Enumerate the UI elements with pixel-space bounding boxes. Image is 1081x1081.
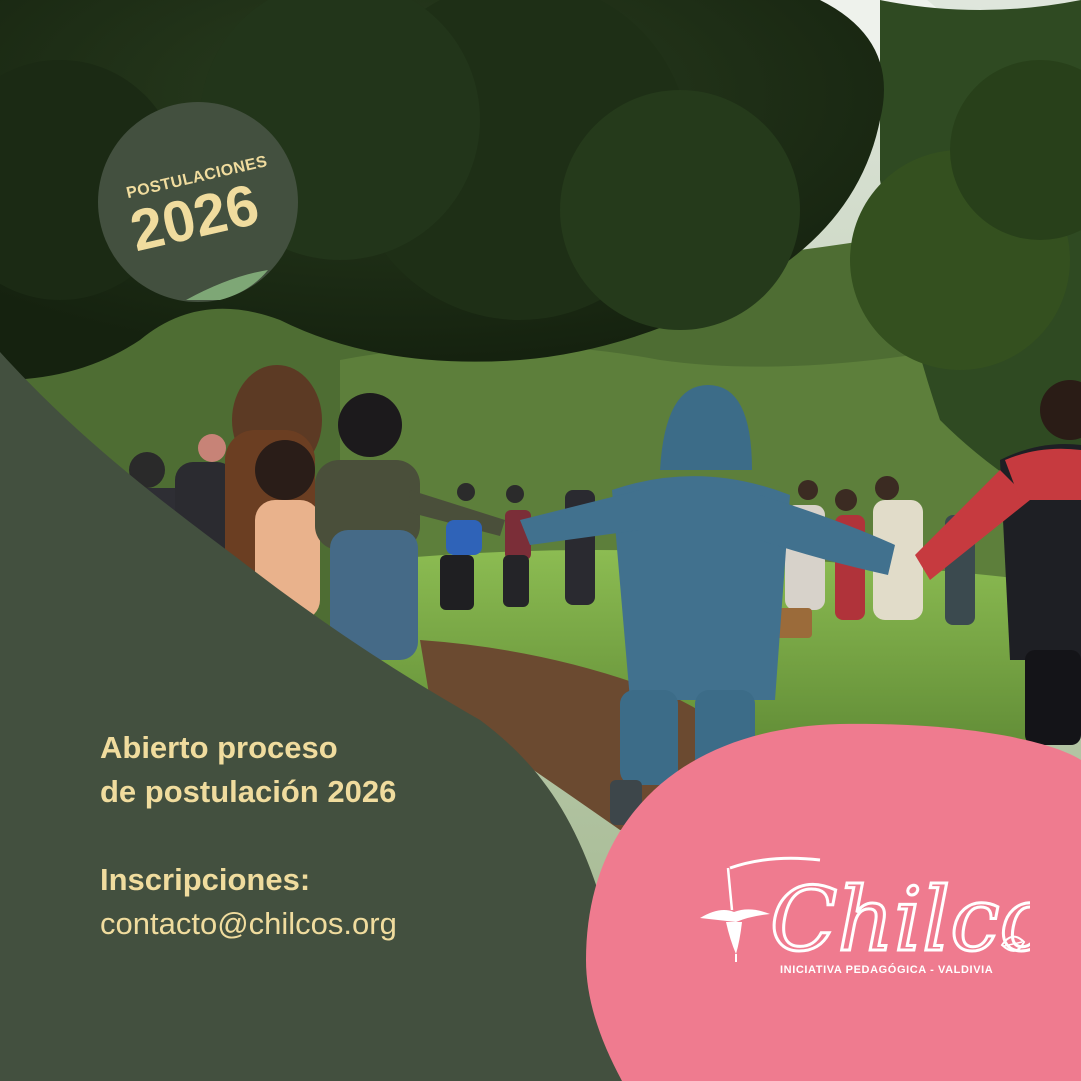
announcement-line-2: de postulación 2026 [100,774,397,809]
wordmark-swash [729,856,821,870]
postulaciones-badge: POSTULACIONES 2026 [124,153,269,264]
logo-tagline: INICIATIVA PEDAGÓGICA - VALDIVIA [780,964,994,976]
chilcos-logo: Chilcos [700,856,1030,973]
contact-email-link[interactable]: contacto@chilcos.org [100,902,560,946]
announcement-block: Abierto proceso de postulación 2026 Insc… [100,726,560,946]
fuchsia-flower-icon [700,867,770,962]
logo-wordmark: Chilcos [770,868,1030,971]
inscriptions-label: Inscripciones: [100,862,311,897]
announcement-line-1: Abierto proceso [100,730,338,765]
